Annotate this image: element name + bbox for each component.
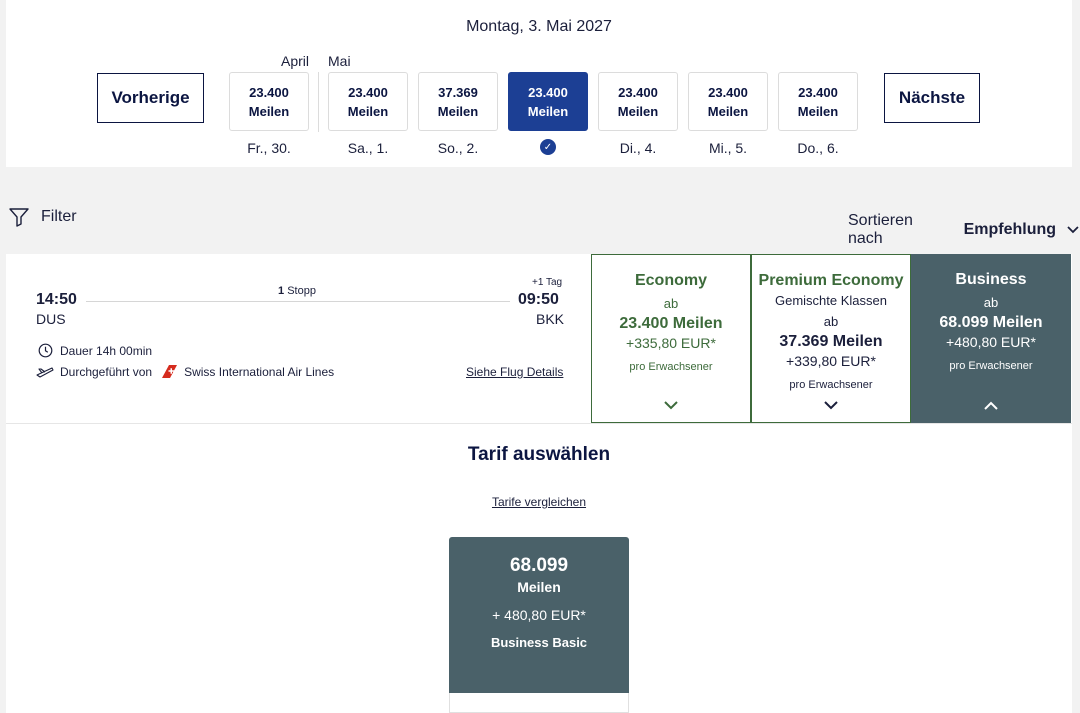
selected-check-icon: ✓ (540, 139, 556, 155)
month-label-april: April (281, 53, 310, 69)
day-label: Sa., 1. (347, 140, 389, 156)
day-miles: 23.400 (798, 84, 838, 100)
previous-button[interactable]: Vorherige (97, 73, 204, 123)
day-label: Fr., 30. (247, 140, 291, 156)
fare-premium-economy-option[interactable]: Premium Economy Gemischte Klassen ab 37.… (751, 254, 911, 423)
fare-eur: +335,80 EUR* (626, 335, 716, 351)
chevron-down-icon (1067, 226, 1079, 234)
stops-label: Stopp (287, 285, 316, 297)
fare-eur: +480,80 EUR* (946, 334, 1036, 350)
day-unit: Meilen (707, 103, 749, 119)
departure-airport: DUS (36, 311, 66, 327)
chevron-down-icon (664, 401, 678, 410)
day-offset: +1 Tag (532, 277, 563, 288)
day-card-mi-5[interactable]: 23.400 Meilen (688, 72, 768, 131)
day-label: Mi., 5. (708, 140, 748, 156)
fare-per-adult: pro Erwachsener (949, 360, 1033, 372)
day-card-do-6[interactable]: 23.400 Meilen (778, 72, 858, 131)
sort-label: Sortieren nach (848, 212, 913, 247)
fare-name: Business (955, 271, 1027, 288)
day-miles: 23.400 (618, 84, 658, 100)
fare-mixed-classes: Gemischte Klassen (775, 293, 887, 308)
route-line (86, 301, 510, 302)
selected-date-title: Montag, 3. Mai 2027 (466, 18, 612, 35)
day-unit: Meilen (797, 103, 839, 119)
day-label: So., 2. (437, 140, 479, 156)
day-unit: Meilen (347, 103, 389, 119)
swiss-airline-logo-icon (162, 365, 178, 378)
operator-row: Durchgeführt von Swiss International Air… (36, 364, 334, 379)
day-card-mo-3-selected[interactable]: 23.400 Meilen (508, 72, 588, 131)
filter-button[interactable]: Filter (9, 207, 77, 227)
airline-name: Swiss International Air Lines (184, 364, 335, 379)
duration-row: Dauer 14h 00min (38, 343, 152, 358)
tarif-card-business-basic[interactable]: 68.099 Meilen + 480,80 EUR* Business Bas… (449, 537, 629, 693)
tarif-miles: 68.099 (509, 555, 569, 576)
day-unit: Meilen (527, 103, 569, 119)
day-miles: 23.400 (708, 84, 748, 100)
flight-details-link[interactable]: Siehe Flug Details (466, 365, 563, 379)
sort-value[interactable]: Empfehlung (964, 221, 1056, 239)
day-label: Di., 4. (619, 140, 657, 156)
fare-per-adult: pro Erwachsener (789, 379, 873, 391)
filter-funnel-icon (9, 208, 29, 227)
day-unit: Meilen (617, 103, 659, 119)
airplane-icon (36, 366, 54, 378)
tarif-eur: + 480,80 EUR* (492, 607, 586, 623)
fare-miles: 23.400 Meilen (619, 315, 723, 332)
day-miles: 23.400 (249, 84, 289, 100)
fare-from-label: ab (823, 314, 839, 329)
day-miles: 23.400 (528, 84, 568, 100)
tarif-card-details (449, 693, 629, 713)
fare-miles: 68.099 Meilen (939, 314, 1043, 331)
chevron-up-icon (984, 401, 998, 410)
fare-miles: 37.369 Meilen (779, 333, 883, 350)
chevron-down-icon (824, 401, 838, 410)
day-card-di-4[interactable]: 23.400 Meilen (598, 72, 678, 131)
compare-fares-link[interactable]: Tarife vergleichen (492, 495, 586, 509)
fare-name: Economy (634, 272, 707, 289)
fare-economy-option[interactable]: Economy ab 23.400 Meilen +335,80 EUR* pr… (591, 254, 751, 423)
day-miles: 37.369 (438, 84, 478, 100)
month-label-mai: Mai (328, 53, 351, 69)
fare-eur: +339,80 EUR* (786, 353, 876, 369)
stops-indicator: 1 Stopp (278, 285, 316, 297)
next-button[interactable]: Nächste (884, 73, 980, 123)
arrival-time: 09:50 (518, 291, 559, 308)
compare-fares-link-wrapper: Tarife vergleichen (6, 493, 1072, 511)
fare-from-label: ab (983, 295, 999, 310)
tarif-unit: Meilen (517, 579, 561, 595)
fare-per-adult: pro Erwachsener (629, 361, 713, 373)
stops-count: 1 (278, 285, 285, 297)
day-unit: Meilen (248, 103, 290, 119)
tarif-name: Business Basic (490, 635, 588, 650)
arrival-airport: BKK (536, 311, 565, 327)
day-label: Do., 6. (797, 140, 839, 156)
operated-by-label: Durchgeführt von (60, 364, 153, 379)
tarif-section-title: Tarif auswählen (467, 444, 611, 465)
day-miles: 23.400 (348, 84, 388, 100)
day-card-fr-30[interactable]: 23.400 Meilen (229, 72, 309, 131)
month-divider (318, 72, 319, 132)
sort-control[interactable]: Sortieren nach Empfehlung (848, 212, 1080, 248)
clock-icon (38, 343, 53, 358)
day-card-sa-1[interactable]: 23.400 Meilen (328, 72, 408, 131)
day-card-so-2[interactable]: 37.369 Meilen (418, 72, 498, 131)
departure-time: 14:50 (36, 291, 77, 308)
day-unit: Meilen (437, 103, 479, 119)
filter-label: Filter (41, 208, 77, 225)
fare-business-option[interactable]: Business ab 68.099 Meilen +480,80 EUR* p… (911, 254, 1071, 423)
section-divider (6, 423, 1072, 424)
duration-text: Dauer 14h 00min (60, 343, 153, 358)
fare-from-label: ab (663, 296, 679, 311)
fare-name: Premium Economy (758, 272, 904, 289)
